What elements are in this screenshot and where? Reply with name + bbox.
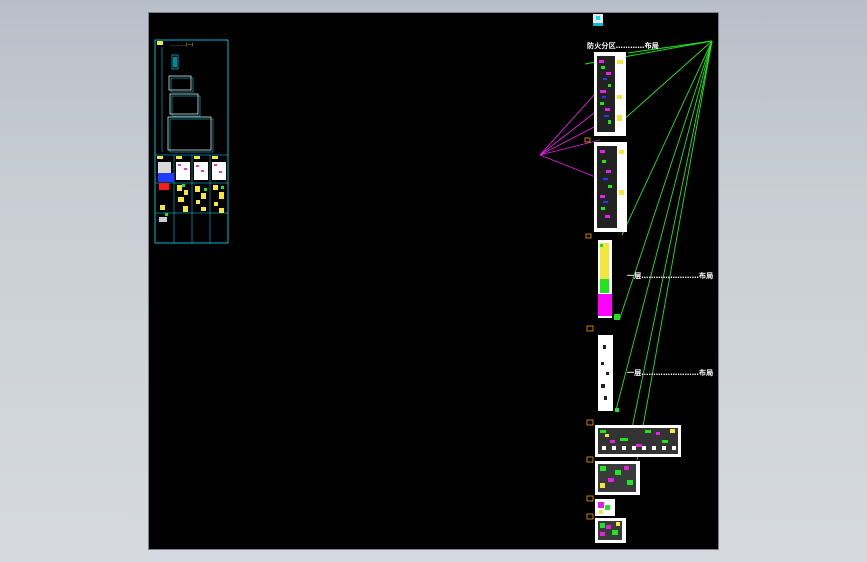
cad-model-space[interactable] bbox=[149, 13, 718, 549]
mid-sheet-title: 一层……………………布局 bbox=[627, 272, 714, 280]
top-sheet-title: 防火分区…………布局 bbox=[587, 42, 659, 50]
lower-sheet-title: 一层……………………布局 bbox=[627, 369, 714, 377]
